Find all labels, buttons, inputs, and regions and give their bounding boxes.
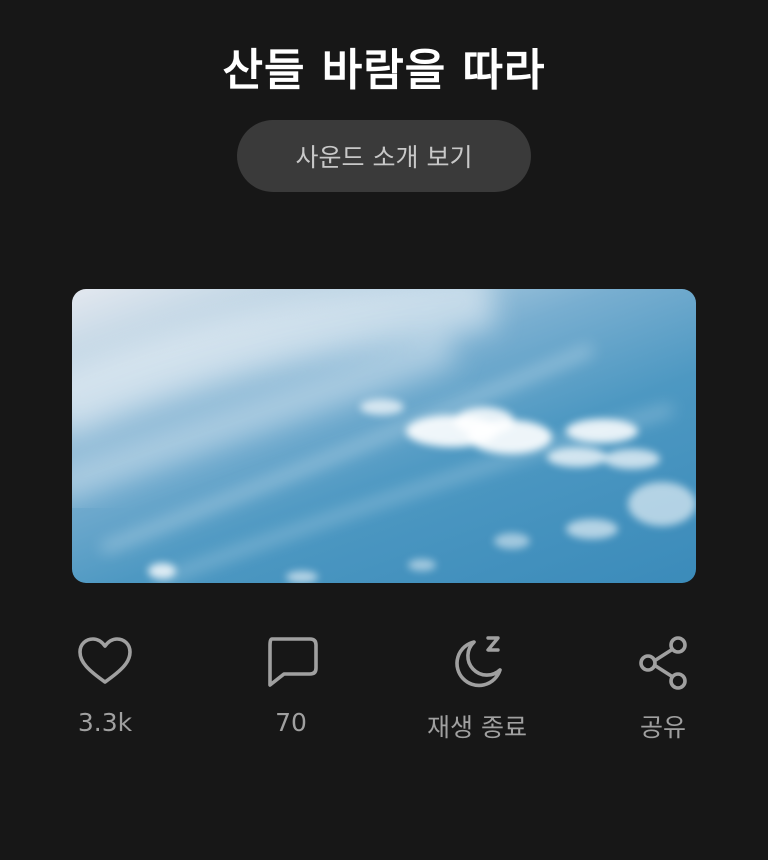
sleep-timer-label: 재생 종료 bbox=[427, 713, 527, 742]
like-button[interactable]: 3.3k bbox=[15, 632, 195, 752]
sky-clouds-image bbox=[72, 289, 696, 583]
share-button[interactable]: 공유 bbox=[573, 632, 753, 752]
cover-image bbox=[72, 289, 696, 583]
sound-intro-button[interactable]: 사운드 소개 보기 bbox=[237, 120, 531, 192]
moon-sleep-icon bbox=[455, 636, 502, 688]
sound-detail-screen: 산들 바람을 따라 사운드 소개 보기 3.3k 70 재생 종료 공유 bbox=[0, 0, 768, 860]
share-icon bbox=[639, 636, 687, 690]
comment-icon bbox=[268, 637, 318, 687]
action-bar: 3.3k 70 재생 종료 공유 bbox=[0, 632, 768, 752]
comment-button[interactable]: 70 bbox=[201, 632, 381, 752]
heart-icon bbox=[78, 637, 132, 684]
like-count: 3.3k bbox=[77, 708, 133, 737]
share-label: 공유 bbox=[639, 713, 686, 742]
page-title: 산들 바람을 따라 bbox=[222, 45, 546, 96]
comment-count: 70 bbox=[275, 708, 307, 737]
sleep-timer-button[interactable]: 재생 종료 bbox=[387, 632, 567, 752]
